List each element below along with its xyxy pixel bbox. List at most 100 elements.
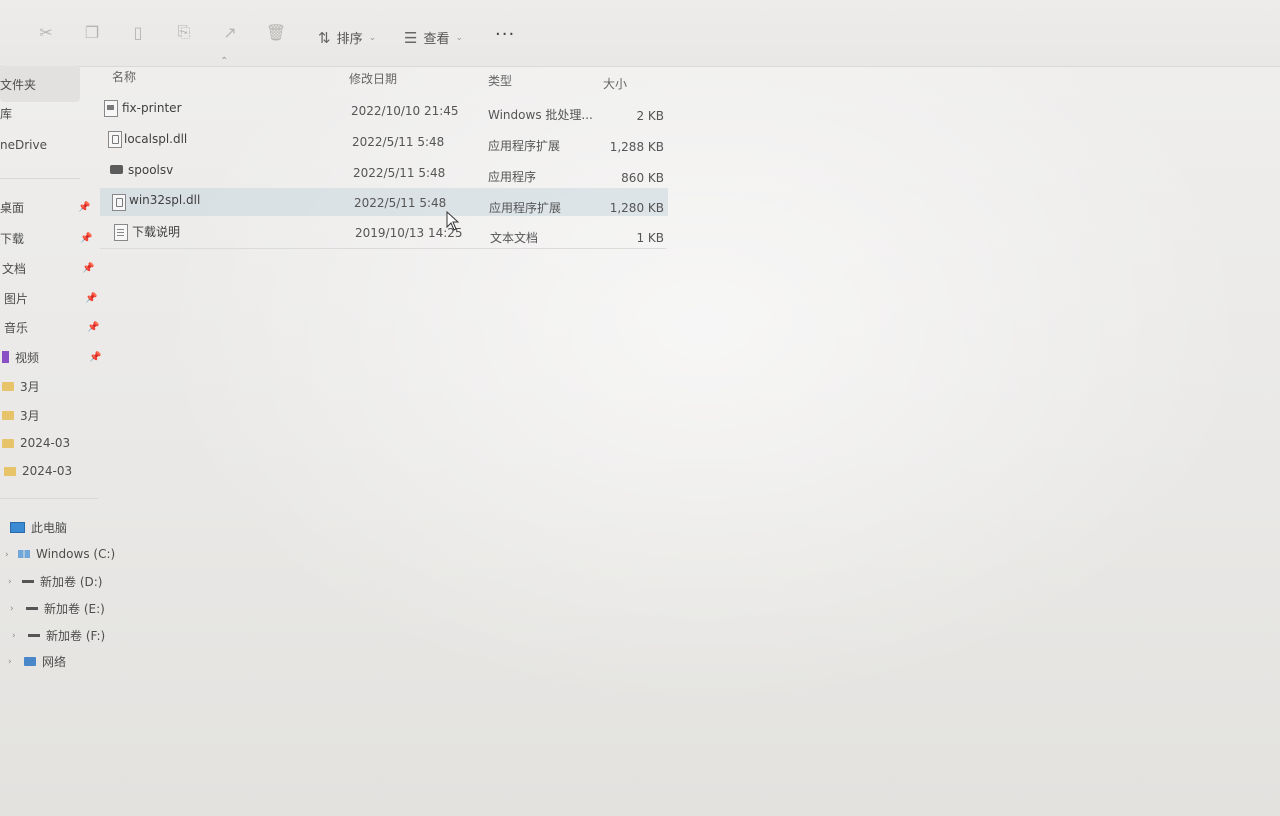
sidebar-item-label: 库 <box>0 106 13 121</box>
file-date: 2022/5/11 5:48 <box>352 135 445 149</box>
sidebar-item-folder-2024-03[interactable]: 2024-03 <box>2 430 70 456</box>
file-row[interactable]: fix-printer 2022/10/10 21:45 Windows 批处理… <box>100 94 668 123</box>
view-button[interactable]: ☰ 查看 ⌄ <box>404 28 464 48</box>
sort-label: 排序 <box>336 32 363 47</box>
sidebar-item-label: 2024-03 <box>20 436 71 450</box>
network-icon <box>24 656 36 666</box>
file-name: spoolsv <box>128 163 174 177</box>
sidebar-item-label: 新加卷 (D:) <box>40 574 103 589</box>
pin-icon: 📌 <box>80 233 93 244</box>
file-size: 1,288 KB <box>609 140 664 154</box>
file-row[interactable]: localspl.dll 2022/5/11 5:48 应用程序扩展 1,288… <box>100 125 668 154</box>
file-size: 860 KB <box>621 171 664 185</box>
chevron-right-icon[interactable]: › <box>12 631 16 641</box>
windows-drive-icon <box>18 550 30 558</box>
sidebar-item-downloads[interactable]: 下载 <box>0 225 24 251</box>
file-name: win32spl.dll <box>129 193 201 207</box>
sidebar-item-folder[interactable]: 文件夹 <box>0 66 80 102</box>
file-type: 文本文档 <box>490 231 539 245</box>
sidebar-item-label: 新加卷 (E:) <box>44 601 105 616</box>
sidebar-item-label: 新加卷 (F:) <box>46 628 106 643</box>
sidebar-item-drive-c[interactable]: Windows (C:) <box>18 541 115 567</box>
sidebar-item-documents[interactable]: 文档 <box>2 255 26 281</box>
view-label: 查看 <box>423 32 450 47</box>
file-type: 应用程序扩展 <box>488 139 561 153</box>
navigation-pane: 文件夹 库 neDrive 桌面 📌 下载 📌 文档 📌 图片 📌 音乐 📌 视… <box>0 60 115 816</box>
file-size: 1,280 KB <box>609 201 664 215</box>
file-row[interactable]: spoolsv 2022/5/11 5:48 应用程序 860 KB <box>100 156 668 185</box>
divider <box>0 178 80 179</box>
share-icon[interactable]: ↗ <box>220 22 240 42</box>
file-size: 1 KB <box>636 231 664 245</box>
column-header-name[interactable]: 名称 <box>112 68 136 85</box>
file-row[interactable]: 下载说明 2019/10/13 14:25 文本文档 1 KB <box>100 218 668 246</box>
sidebar-item-label: 文件夹 <box>0 77 37 92</box>
sidebar-item-folder-3yue[interactable]: 3月 <box>2 373 40 399</box>
sidebar-item-label: 视频 <box>15 350 40 365</box>
paste-icon[interactable]: ▯ <box>128 22 148 42</box>
rename-icon[interactable]: ⎘ <box>174 22 194 42</box>
drive-icon <box>22 579 34 583</box>
copy-icon[interactable]: ❐ <box>82 22 102 42</box>
sidebar-item-pictures[interactable]: 图片 <box>4 285 28 311</box>
sidebar-item-label: 3月 <box>20 408 40 423</box>
folder-icon <box>2 410 14 420</box>
screen: ✂ ❐ ▯ ⎘ ↗ 🗑 ⇅ 排序 ⌄ ☰ 查看 ⌄ ··· 文件夹 库 neDr… <box>0 0 1280 816</box>
dll-file-icon <box>112 194 126 211</box>
folder-icon <box>2 381 14 391</box>
column-header-size[interactable]: 大小 <box>603 75 627 92</box>
sidebar-item-library[interactable]: 库 <box>0 100 12 126</box>
sidebar-item-onedrive[interactable]: neDrive <box>0 132 47 158</box>
sidebar-item-drive-e[interactable]: 新加卷 (E:) <box>26 595 105 621</box>
sidebar-item-label: 下载 <box>0 231 25 246</box>
sidebar-item-network[interactable]: 网络 <box>24 648 66 674</box>
cut-icon[interactable]: ✂ <box>36 22 56 42</box>
delete-icon[interactable]: 🗑 <box>266 22 286 42</box>
file-row-selected[interactable]: win32spl.dll 2022/5/11 5:48 应用程序扩展 1,280… <box>100 188 668 216</box>
column-header-type[interactable]: 类型 <box>488 72 512 89</box>
chevron-down-icon: ⌄ <box>368 32 377 43</box>
sidebar-item-desktop[interactable]: 桌面 <box>0 194 24 220</box>
file-date: 2022/5/11 5:48 <box>353 166 446 180</box>
sidebar-item-label: neDrive <box>0 138 47 152</box>
column-header-date[interactable]: 修改日期 <box>349 70 397 87</box>
file-date: 2022/5/11 5:48 <box>354 196 447 210</box>
sidebar-item-drive-f[interactable]: 新加卷 (F:) <box>28 622 105 648</box>
sort-ascending-icon: ⌃ <box>220 56 229 67</box>
sidebar-item-label: 音乐 <box>4 320 29 335</box>
more-options-button[interactable]: ··· <box>495 24 515 45</box>
file-name: fix-printer <box>122 101 182 115</box>
divider <box>100 248 666 249</box>
sidebar-item-folder-3yue[interactable]: 3月 <box>2 402 40 428</box>
divider <box>0 498 98 499</box>
chevron-right-icon[interactable]: › <box>8 577 12 587</box>
sort-icon: ⇅ <box>318 28 331 47</box>
folder-icon <box>2 438 14 448</box>
sidebar-item-drive-d[interactable]: 新加卷 (D:) <box>22 568 102 594</box>
sort-button[interactable]: ⇅ 排序 ⌄ <box>318 28 377 48</box>
pin-icon: 📌 <box>89 352 102 363</box>
sidebar-item-this-pc[interactable]: 此电脑 <box>10 514 67 540</box>
chevron-right-icon[interactable]: › <box>8 657 12 667</box>
batch-file-icon <box>104 100 118 117</box>
chevron-right-icon[interactable]: › <box>5 550 9 560</box>
chevron-down-icon: ⌄ <box>455 32 464 43</box>
sidebar-item-label: 图片 <box>4 291 29 306</box>
file-type: 应用程序 <box>488 170 537 184</box>
drive-icon <box>28 633 40 637</box>
video-icon <box>2 351 9 363</box>
mouse-cursor-icon <box>446 211 460 231</box>
sidebar-item-videos[interactable]: 视频 <box>2 344 39 370</box>
file-name: 下载说明 <box>132 225 181 239</box>
sidebar-item-label: 网络 <box>42 654 67 669</box>
sidebar-item-label: 2024-03 <box>22 464 73 478</box>
pin-icon: 📌 <box>85 293 98 304</box>
sidebar-item-label: 桌面 <box>0 200 25 215</box>
chevron-right-icon[interactable]: › <box>10 604 14 614</box>
sidebar-item-label: 此电脑 <box>31 520 68 535</box>
sidebar-item-folder-2024-03[interactable]: 2024-03 <box>4 458 72 484</box>
folder-icon <box>4 466 16 476</box>
pin-icon: 📌 <box>82 263 95 274</box>
file-type: Windows 批处理... <box>488 108 593 122</box>
sidebar-item-music[interactable]: 音乐 <box>4 314 28 340</box>
